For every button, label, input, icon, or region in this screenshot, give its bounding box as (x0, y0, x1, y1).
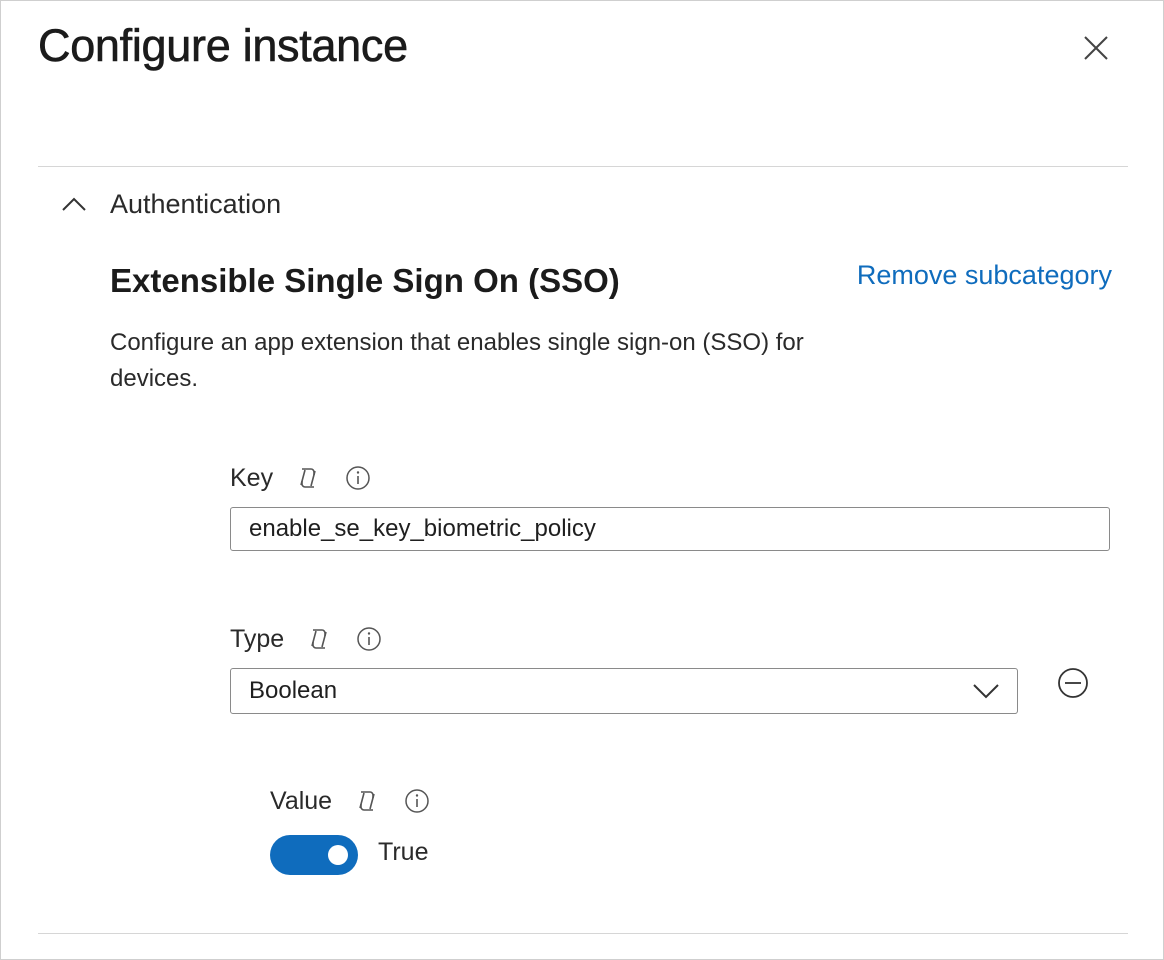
chevron-down-icon (973, 684, 999, 699)
key-label-row: Key (230, 461, 395, 495)
type-label: Type (230, 624, 285, 653)
type-label-row: Type (230, 622, 406, 656)
close-button[interactable] (1078, 30, 1114, 66)
minus-circle-icon (1058, 668, 1088, 698)
value-toggle[interactable] (270, 835, 358, 875)
copilot-icon[interactable] (354, 788, 380, 814)
value-label: Value (270, 786, 333, 815)
remove-subcategory-link[interactable]: Remove subcategory (857, 260, 1112, 291)
type-select[interactable]: Boolean (230, 668, 1018, 714)
header-divider (38, 166, 1128, 167)
section-header-authentication[interactable]: Authentication (60, 186, 281, 222)
key-input[interactable] (230, 507, 1110, 551)
type-selected-value: Boolean (249, 677, 338, 704)
section-title: Authentication (110, 188, 282, 219)
subcategory-title: Extensible Single Sign On (SSO) (110, 262, 620, 299)
subcategory-description: Configure an app extension that enables … (110, 329, 804, 392)
dialog-frame (0, 0, 1164, 960)
key-label: Key (230, 463, 274, 492)
value-toggle-label: True (378, 838, 429, 866)
value-label-row: Value (270, 784, 454, 818)
page-title: Configure instance (38, 20, 409, 72)
toggle-knob (328, 845, 348, 865)
info-icon[interactable] (356, 626, 382, 652)
footer-divider (38, 933, 1128, 934)
info-icon[interactable] (404, 788, 430, 814)
copilot-icon[interactable] (295, 465, 321, 491)
remove-setting-button[interactable] (1056, 666, 1090, 700)
copilot-icon[interactable] (306, 626, 332, 652)
info-icon[interactable] (345, 465, 371, 491)
chevron-up-icon (62, 197, 86, 211)
close-icon (1084, 36, 1108, 60)
